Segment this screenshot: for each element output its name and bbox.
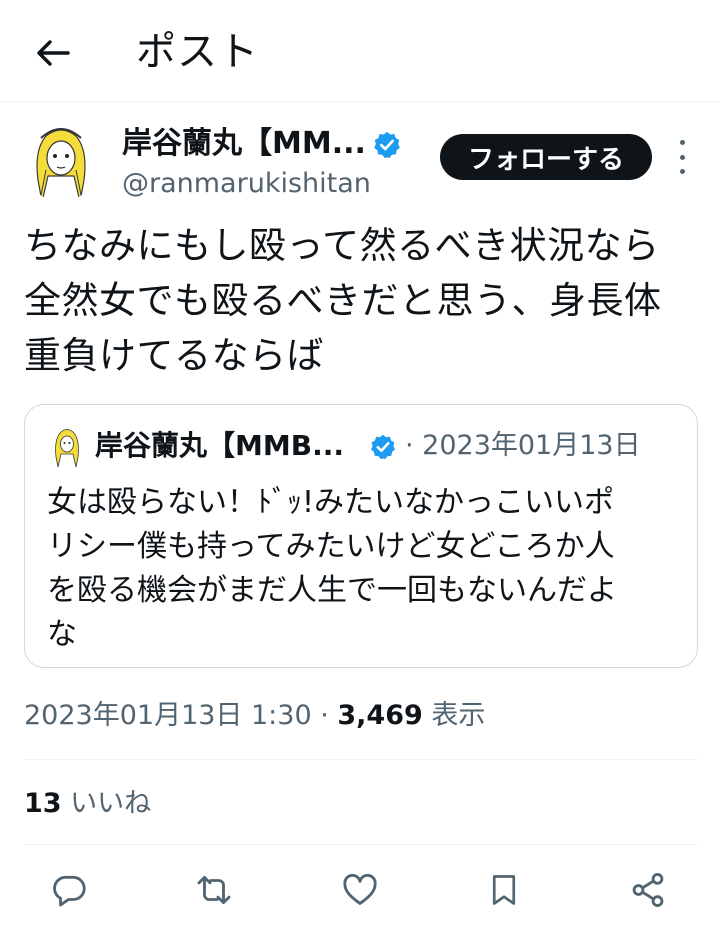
- views-label: 表示: [422, 700, 486, 731]
- author-name[interactable]: 岸谷蘭丸【MM...: [122, 124, 366, 164]
- verified-badge-icon: [374, 131, 400, 158]
- page-title: ポスト: [136, 29, 259, 75]
- tweet-text-line: 全然女でも殴るべきだと思う、身長体: [24, 279, 662, 322]
- share-button[interactable]: [626, 868, 670, 912]
- bookmark-button[interactable]: [482, 868, 526, 912]
- divider: [24, 759, 698, 760]
- reply-button[interactable]: [48, 868, 92, 912]
- tweet-timestamp-views: 2023年01月13日 1:30 · 3,469 表示: [24, 696, 485, 736]
- retweet-icon: [197, 875, 231, 905]
- quoted-text-line: 女は殴らない！ﾄﾞｯ!みたいなかっこいいポ: [47, 485, 615, 520]
- back-button[interactable]: [30, 30, 76, 76]
- verified-badge-icon: [370, 434, 396, 460]
- likes-label: いいね: [61, 788, 152, 819]
- share-icon: [632, 873, 664, 907]
- tweet-text-line: ちなみにもし殴って然るべき状況なら: [24, 224, 660, 267]
- like-icon: [343, 873, 377, 905]
- quoted-tweet-card[interactable]: 岸谷蘭丸【MMB... · 2023年01月13日 女は殴らない！ﾄﾞｯ!みたい…: [24, 404, 698, 668]
- bookmark-icon: [492, 875, 516, 905]
- more-dot-icon: [679, 154, 685, 160]
- more-dot-icon: [679, 140, 685, 145]
- top-bar: ポスト: [0, 0, 720, 102]
- like-button[interactable]: [338, 868, 382, 912]
- retweet-button[interactable]: [192, 868, 236, 912]
- tweet-timestamp[interactable]: 2023年01月13日 1:30 ·: [24, 700, 337, 731]
- divider: [24, 844, 698, 845]
- more-dot-icon: [679, 169, 685, 174]
- quoted-text-line: リシー僕も持ってみたいけど女どころか人: [47, 529, 615, 564]
- reply-icon: [53, 875, 86, 907]
- quoted-tweet-date: · 2023年01月13日: [405, 430, 641, 461]
- quoted-author-avatar: [51, 425, 83, 467]
- author-avatar[interactable]: [24, 120, 98, 202]
- quoted-text-line: を殴る機会がまだ人生で一回もないんだよ: [47, 573, 617, 608]
- arrow-left-icon: [37, 40, 70, 66]
- action-bar: [0, 862, 720, 918]
- views-count: 3,469: [337, 700, 423, 731]
- quoted-author-name: 岸谷蘭丸【MMB...: [95, 429, 344, 462]
- tweet-text: ちなみにもし殴って然るべき状況なら 全然女でも殴るべきだと思う、身長体 重負けて…: [24, 218, 700, 383]
- follow-button[interactable]: フォローする: [440, 134, 652, 180]
- likes-count-row[interactable]: 13 いいね: [24, 784, 151, 824]
- author-handle[interactable]: @ranmarukishitan: [122, 166, 371, 202]
- tweet-text-line: 重負けてるならば: [24, 334, 324, 377]
- likes-count: 13: [24, 788, 62, 819]
- more-options-button[interactable]: [666, 140, 698, 174]
- quoted-text-line: な: [47, 617, 77, 652]
- quoted-tweet-text: 女は殴らない！ﾄﾞｯ!みたいなかっこいいポ リシー僕も持ってみたいけど女どころか…: [47, 481, 683, 657]
